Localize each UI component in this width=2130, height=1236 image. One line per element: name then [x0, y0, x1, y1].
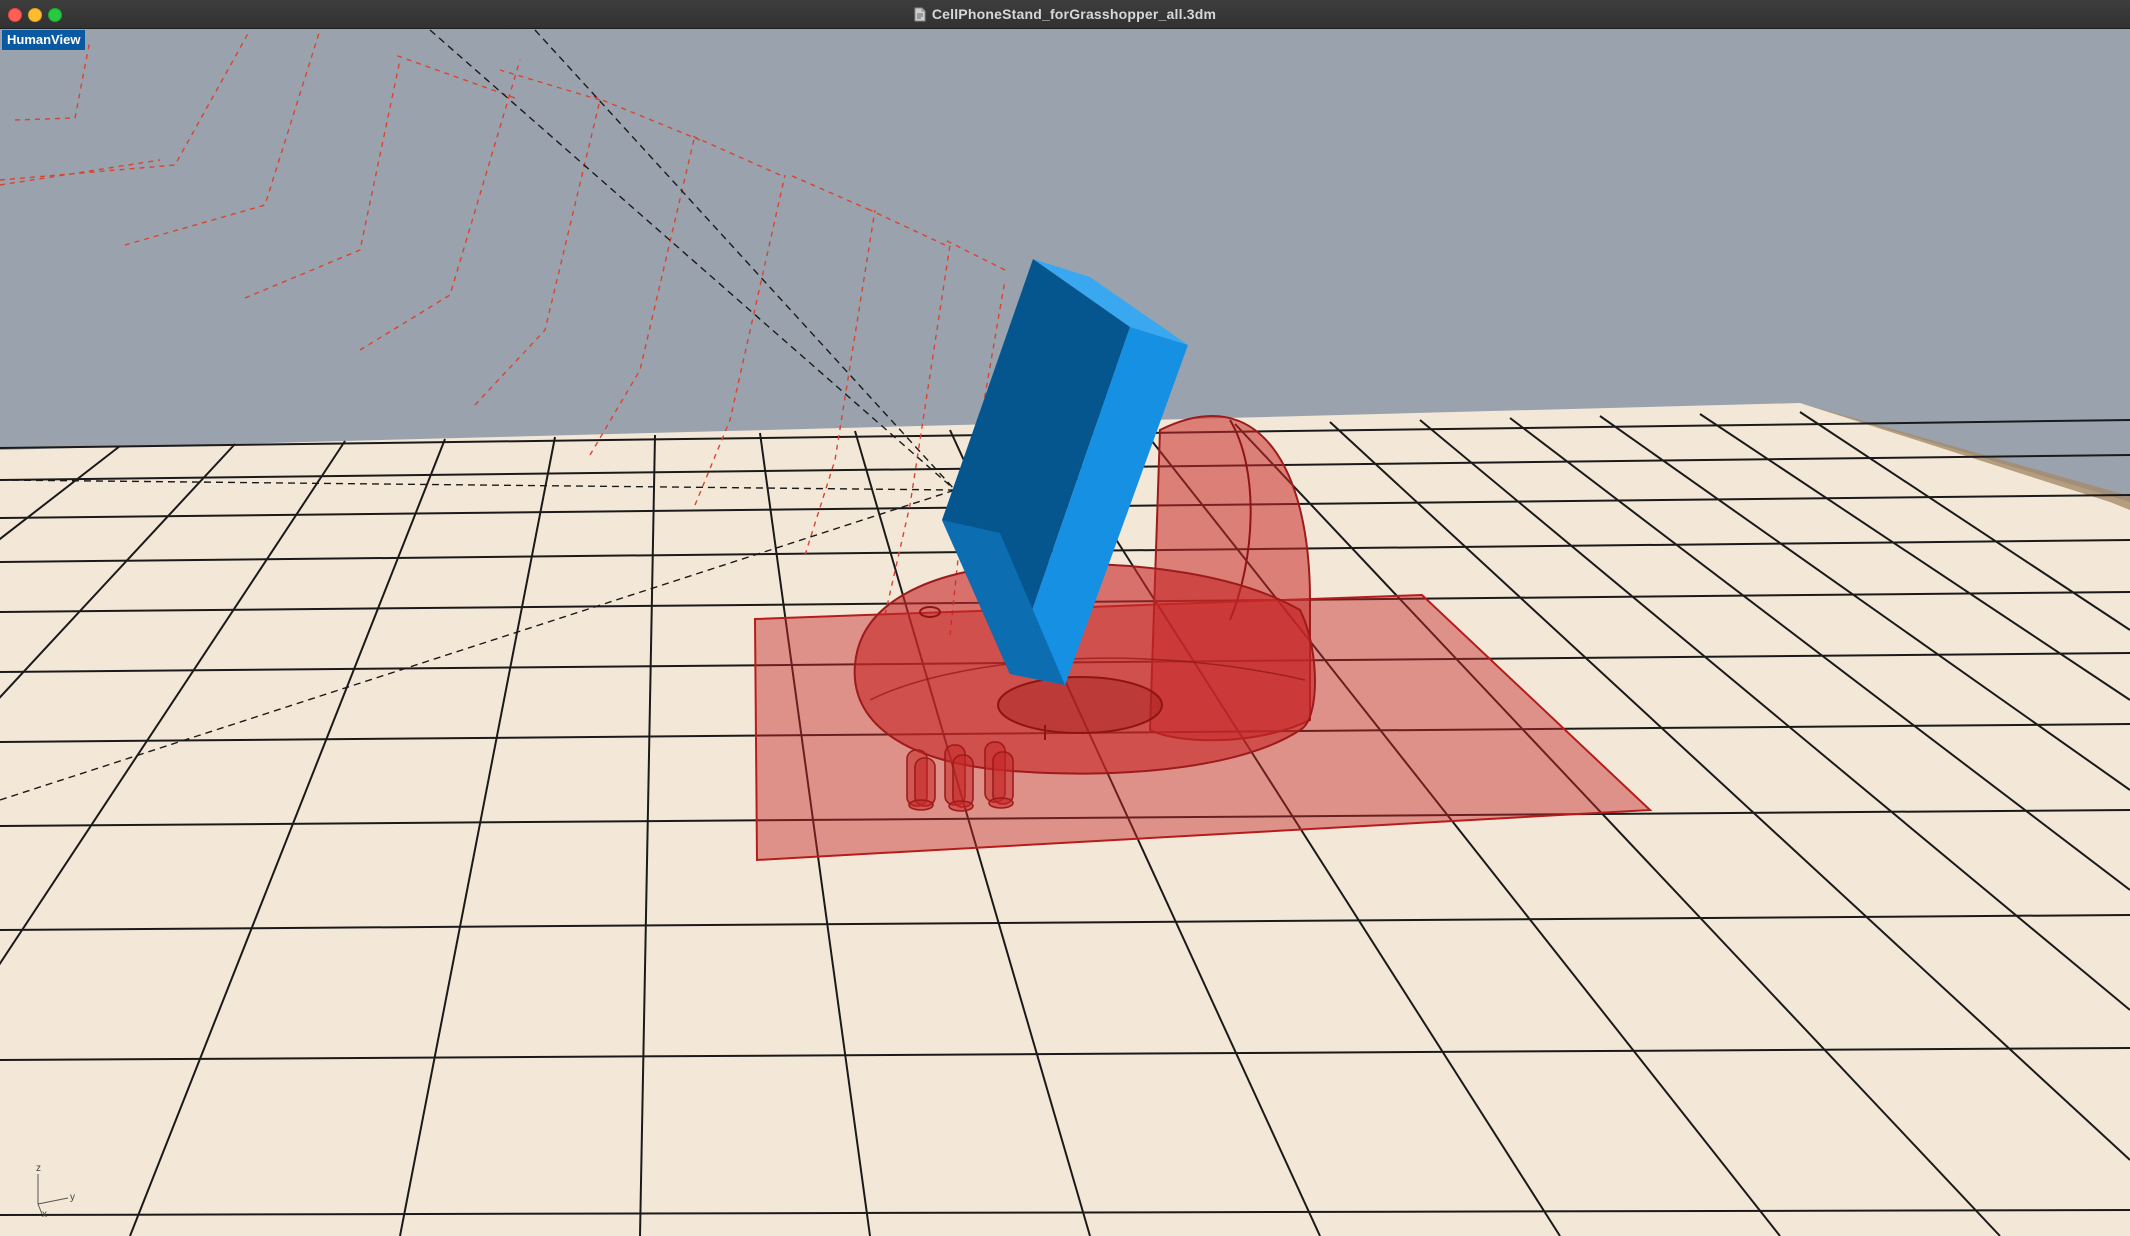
stand-cable-hole: [997, 676, 1163, 734]
axis-widget: z y x: [36, 1163, 75, 1220]
window-title: CellPhoneStand_forGrasshopper_all.3dm: [931, 6, 1217, 22]
z-axis-label: z: [36, 1163, 41, 1174]
title-area: CellPhoneStand_forGrasshopper_all.3dm: [0, 0, 2130, 28]
y-axis-line: [37, 1197, 69, 1205]
viewport-label[interactable]: HumanView: [2, 30, 86, 50]
document-icon: [914, 7, 926, 21]
x-axis-label: x: [42, 1209, 47, 1220]
viewport-canvas[interactable]: [0, 29, 2130, 1236]
pegs[interactable]: [906, 741, 1014, 812]
3d-viewport[interactable]: [0, 29, 2130, 1236]
title-bar[interactable]: CellPhoneStand_forGrasshopper_all.3dm: [0, 0, 2130, 29]
y-axis-label: y: [70, 1192, 75, 1203]
app-window: CellPhoneStand_forGrasshopper_all.3dm Hu…: [0, 0, 2130, 1236]
